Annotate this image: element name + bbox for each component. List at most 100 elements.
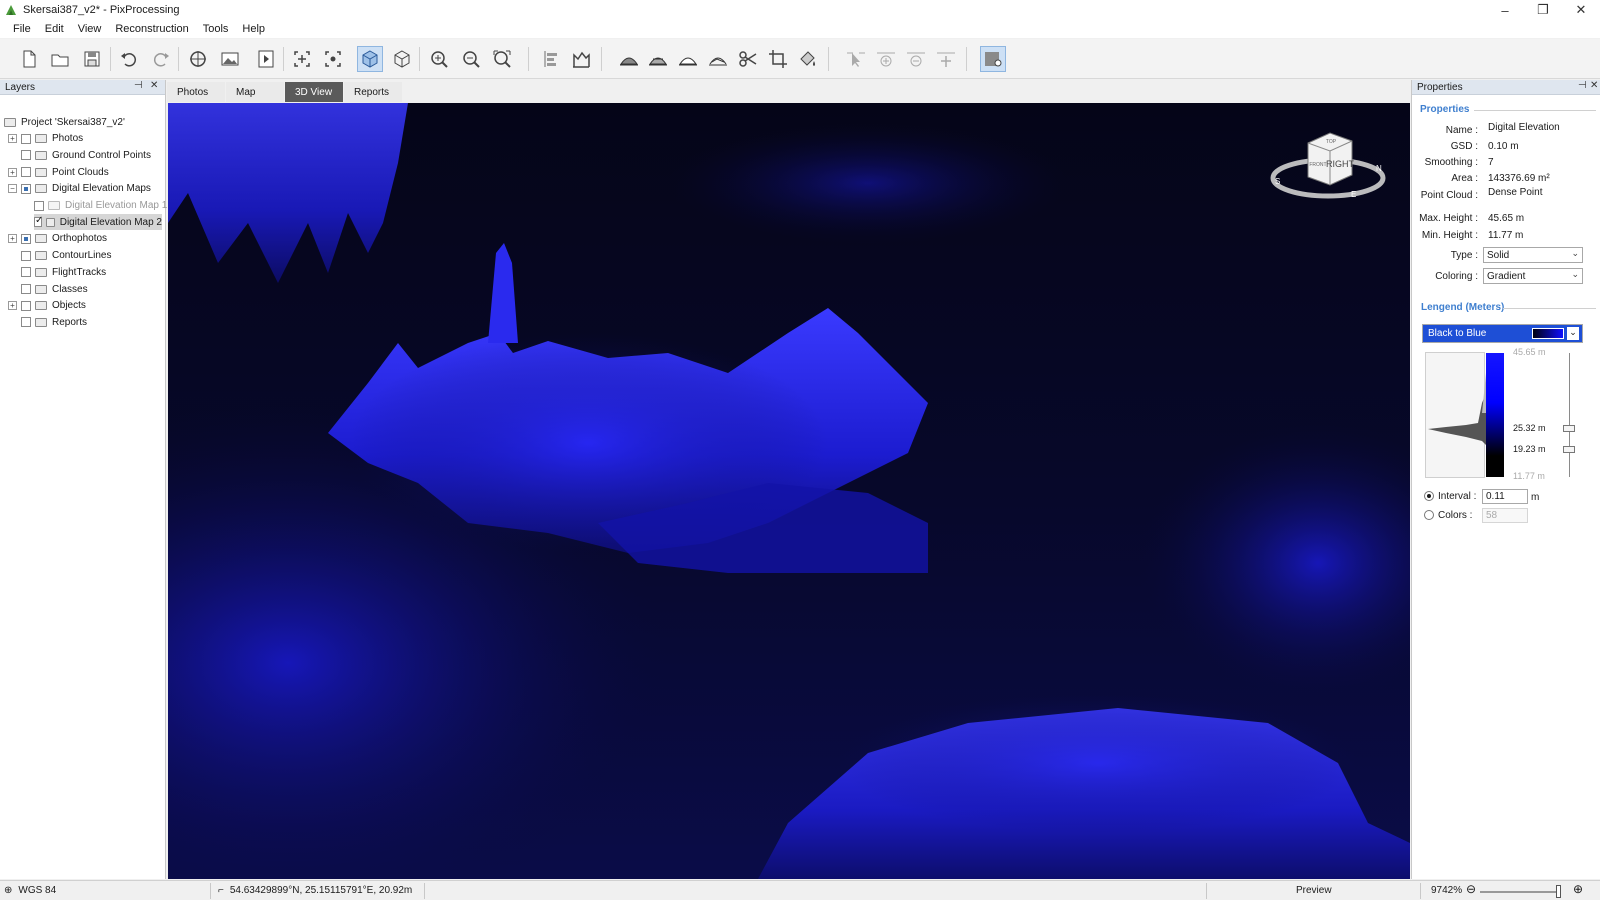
pin-icon[interactable]: ⊣	[1578, 80, 1587, 91]
zoom-slider-track[interactable]	[1480, 891, 1560, 893]
save-icon[interactable]	[79, 46, 105, 72]
menu-view[interactable]: View	[71, 23, 109, 35]
layer-row[interactable]: Classes	[8, 281, 88, 297]
layer-row[interactable]: Digital Elevation Map 1	[34, 198, 167, 214]
select-arrow-icon[interactable]	[843, 46, 869, 72]
window-controls: – ❐ ✕	[1486, 0, 1600, 20]
expand-toggle[interactable]: −	[8, 184, 17, 194]
layer-checkbox[interactable]	[21, 267, 31, 278]
layer-row[interactable]: Digital Elevation Map 2	[34, 214, 162, 231]
new-file-icon[interactable]	[16, 46, 42, 72]
menu-file[interactable]: File	[6, 23, 38, 35]
folder-icon	[35, 184, 47, 194]
open-folder-icon[interactable]	[47, 46, 73, 72]
nav-cube[interactable]: RIGHT TOP FRONT S N E	[1268, 123, 1388, 213]
undo-icon[interactable]	[116, 46, 142, 72]
align-icon[interactable]	[538, 46, 564, 72]
menu-tools[interactable]: Tools	[196, 23, 236, 35]
point-cloud-label: Point Cloud :	[1420, 190, 1478, 201]
zoom-in-icon[interactable]	[426, 46, 452, 72]
layer-row[interactable]: Project 'Skersai387_v2'	[4, 114, 125, 130]
terrain-1-icon[interactable]	[616, 46, 642, 72]
layer-row[interactable]: + Orthophotos	[8, 231, 107, 247]
zoom-in-icon[interactable]: ⊕	[1573, 882, 1583, 896]
layer-checkbox[interactable]	[21, 284, 31, 294]
zoom-fit-icon[interactable]	[489, 46, 515, 72]
pin-icon[interactable]: ⊣	[134, 80, 143, 91]
layer-row[interactable]: Reports	[8, 314, 87, 330]
layer-checkbox[interactable]	[21, 133, 31, 144]
expand-toggle[interactable]: +	[8, 134, 17, 144]
layer-row[interactable]: Ground Control Points	[8, 147, 151, 163]
measure-point-icon[interactable]	[320, 46, 346, 72]
cube-wire-icon[interactable]	[389, 46, 415, 72]
terrain-3-icon[interactable]	[675, 46, 701, 72]
gsd-value: 0.10 m	[1488, 141, 1519, 152]
colors-radio[interactable]	[1424, 510, 1434, 520]
tab-3d-view[interactable]: 3D View	[285, 82, 343, 102]
layer-row[interactable]: FlightTracks	[8, 264, 106, 280]
smoothing-label: Smoothing :	[1424, 157, 1478, 168]
3d-viewport[interactable]: RIGHT TOP FRONT S N E	[168, 103, 1410, 879]
layer-checkbox[interactable]	[34, 215, 43, 228]
close-button[interactable]: ✕	[1562, 0, 1600, 20]
close-icon[interactable]: ✕	[1590, 80, 1598, 91]
terrain-4-icon[interactable]	[705, 46, 731, 72]
layer-label: Point Clouds	[52, 166, 109, 178]
layer-row[interactable]: ContourLines	[8, 248, 111, 264]
layer-row[interactable]: − Digital Elevation Maps	[8, 181, 151, 197]
layer-checkbox[interactable]	[21, 167, 31, 178]
zoom-slider-thumb[interactable]	[1556, 885, 1561, 898]
expand-toggle[interactable]: +	[8, 301, 17, 311]
image-icon[interactable]	[217, 46, 243, 72]
legend-lower-handle[interactable]	[1563, 446, 1575, 453]
minimize-button[interactable]: –	[1486, 0, 1524, 20]
layer-checkbox[interactable]	[21, 150, 31, 161]
tab-reports[interactable]: Reports	[344, 82, 402, 102]
paint-icon[interactable]	[795, 46, 821, 72]
layer-checkbox[interactable]	[21, 233, 31, 244]
layer-checkbox[interactable]	[21, 317, 31, 328]
play-icon[interactable]	[253, 46, 279, 72]
add-node-icon[interactable]	[873, 46, 899, 72]
legend-upper-handle[interactable]	[1563, 425, 1575, 432]
layer-row[interactable]: + Objects	[8, 298, 86, 314]
menu-help[interactable]: Help	[235, 23, 272, 35]
crop-icon[interactable]	[765, 46, 791, 72]
scissors-icon[interactable]	[735, 46, 761, 72]
target-icon[interactable]	[185, 46, 211, 72]
remove-node-icon[interactable]	[903, 46, 929, 72]
expand-toggle[interactable]: +	[8, 234, 17, 244]
zoom-out-icon[interactable]	[458, 46, 484, 72]
redo-icon[interactable]	[148, 46, 174, 72]
menu-edit[interactable]: Edit	[38, 23, 71, 35]
layer-row[interactable]: + Photos	[8, 131, 83, 147]
layer-checkbox[interactable]	[21, 250, 31, 261]
interval-input[interactable]: 0.11	[1482, 489, 1528, 504]
colors-input[interactable]: 58	[1482, 508, 1528, 523]
terrain-2-icon[interactable]	[645, 46, 671, 72]
close-icon[interactable]: ✕	[150, 80, 158, 91]
move-node-icon[interactable]	[933, 46, 959, 72]
expand-toggle[interactable]: +	[8, 167, 17, 177]
tab-photos[interactable]: Photos	[167, 82, 225, 102]
crs-status[interactable]: ⊕ WGS 84	[4, 885, 56, 896]
point-cloud-value: Dense Point	[1488, 187, 1543, 198]
mode-label: Preview	[1296, 885, 1332, 896]
map-pin-icon[interactable]	[980, 46, 1006, 72]
chart-icon[interactable]	[568, 46, 594, 72]
layer-checkbox[interactable]	[21, 183, 31, 194]
add-point-icon[interactable]	[289, 46, 315, 72]
layer-checkbox[interactable]	[21, 300, 31, 311]
zoom-out-icon[interactable]: ⊖	[1466, 882, 1476, 896]
cube-solid-icon[interactable]	[357, 46, 383, 72]
interval-radio[interactable]	[1424, 491, 1434, 501]
palette-select[interactable]: Black to Blue ⌄	[1422, 324, 1583, 343]
layer-checkbox[interactable]	[34, 200, 44, 211]
type-select[interactable]: Solid ⌄	[1483, 247, 1583, 263]
tab-map[interactable]: Map	[226, 82, 284, 102]
menu-reconstruction[interactable]: Reconstruction	[108, 23, 195, 35]
restore-button[interactable]: ❐	[1524, 0, 1562, 20]
layer-row[interactable]: + Point Clouds	[8, 164, 109, 180]
coloring-select[interactable]: Gradient ⌄	[1483, 268, 1583, 284]
